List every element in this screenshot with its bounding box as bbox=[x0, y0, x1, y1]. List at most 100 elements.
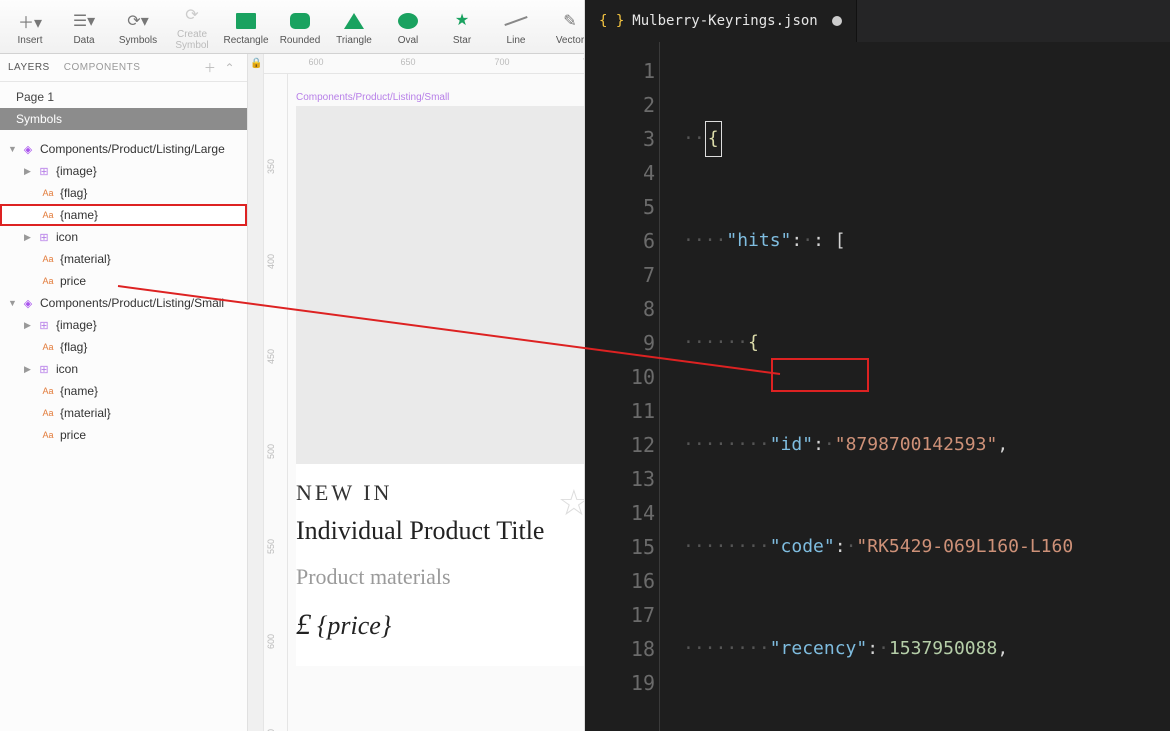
star-icon: ★ bbox=[455, 9, 469, 33]
layer-small-price[interactable]: Aa price bbox=[0, 424, 247, 446]
create-symbol-icon: ⟳ bbox=[185, 3, 198, 27]
line-icon bbox=[504, 9, 528, 33]
insert-button[interactable]: ＋▾ Insert bbox=[6, 3, 54, 51]
star-button[interactable]: ★ Star bbox=[438, 3, 486, 51]
line-number: 6 bbox=[585, 224, 655, 258]
text-icon: Aa bbox=[40, 188, 56, 198]
triangle-icon bbox=[344, 9, 364, 33]
flag-text: NEW IN bbox=[296, 480, 584, 506]
layer-large-name[interactable]: Aa {name} bbox=[0, 204, 247, 226]
code-token: 1537950088 bbox=[889, 632, 997, 666]
layer-small-header[interactable]: ▼ ◈ Components/Product/Listing/Small bbox=[0, 292, 247, 314]
layer-large-price[interactable]: Aa price bbox=[0, 270, 247, 292]
oval-label: Oval bbox=[398, 35, 419, 46]
data-button[interactable]: ☰▾ Data bbox=[60, 3, 108, 51]
code-token: "recency" bbox=[770, 632, 868, 666]
tab-filename: Mulberry-Keyrings.json bbox=[632, 13, 817, 29]
star-label: Star bbox=[453, 35, 471, 46]
ruler-tick: 500 bbox=[266, 444, 276, 459]
rotate-icon: ⟳▾ bbox=[127, 9, 148, 33]
line-gutter: 1 2 3 4 5 6 7 8 9 10 11 12 13 14 15 16 1… bbox=[585, 42, 655, 731]
symbol-icon: ◈ bbox=[20, 297, 36, 310]
ruler-tick: 450 bbox=[266, 349, 276, 364]
artboard[interactable]: NEW IN Individual Product Title Product … bbox=[296, 106, 584, 666]
line-number: 19 bbox=[585, 666, 655, 700]
group-icon: ⊞ bbox=[36, 231, 52, 244]
vector-icon: ✎ bbox=[563, 9, 576, 33]
artboard-label[interactable]: Components/Product/Listing/Small bbox=[296, 92, 449, 103]
layer-label: {name} bbox=[60, 208, 98, 222]
layer-label: {image} bbox=[56, 318, 97, 332]
layer-label: icon bbox=[56, 362, 78, 376]
line-number: 17 bbox=[585, 598, 655, 632]
chevron-down-icon: ▼ bbox=[8, 298, 18, 308]
page-symbols[interactable]: Symbols bbox=[0, 108, 247, 130]
rectangle-button[interactable]: Rectangle bbox=[222, 3, 270, 51]
line-label: Line bbox=[507, 35, 526, 46]
tab-layers[interactable]: LAYERS bbox=[8, 62, 50, 73]
group-icon: ⊞ bbox=[36, 165, 52, 178]
line-number: 18 bbox=[585, 632, 655, 666]
text-icon: Aa bbox=[40, 342, 56, 352]
collapse-pages-button[interactable]: ⌃ bbox=[220, 61, 239, 75]
layer-large-material[interactable]: Aa {material} bbox=[0, 248, 247, 270]
image-placeholder bbox=[296, 106, 584, 464]
rectangle-label: Rectangle bbox=[223, 35, 268, 46]
editor-tab[interactable]: { } Mulberry-Keyrings.json bbox=[585, 0, 857, 42]
layer-label: {flag} bbox=[60, 340, 87, 354]
vscode-tabs: { } Mulberry-Keyrings.json bbox=[585, 0, 1170, 42]
layer-large-header[interactable]: ▼ ◈ Components/Product/Listing/Large bbox=[0, 138, 247, 160]
text-icon: Aa bbox=[40, 276, 56, 286]
line-number: 12 bbox=[585, 428, 655, 462]
layer-small-material[interactable]: Aa {material} bbox=[0, 402, 247, 424]
stack-icon: ☰▾ bbox=[73, 9, 95, 33]
code-token: "hits" bbox=[726, 224, 791, 258]
code-editor[interactable]: 1 2 3 4 5 6 7 8 9 10 11 12 13 14 15 16 1… bbox=[585, 42, 1170, 731]
line-number: 4 bbox=[585, 156, 655, 190]
star-outline-icon: ☆ bbox=[558, 482, 584, 524]
ruler-tick: 750 bbox=[582, 57, 584, 67]
triangle-button[interactable]: Triangle bbox=[330, 3, 378, 51]
sketch-app: ＋▾ Insert ☰▾ Data ⟳▾ Symbols ⟳ Create Sy… bbox=[0, 0, 585, 731]
oval-button[interactable]: Oval bbox=[384, 3, 432, 51]
sketch-toolbar: ＋▾ Insert ☰▾ Data ⟳▾ Symbols ⟳ Create Sy… bbox=[0, 0, 584, 54]
line-number: 3 bbox=[585, 122, 655, 156]
rounded-button[interactable]: Rounded bbox=[276, 3, 324, 51]
create-symbol-button[interactable]: ⟳ Create Symbol bbox=[168, 3, 216, 51]
price-value: {price} bbox=[317, 611, 391, 640]
add-page-button[interactable]: ＋ bbox=[200, 59, 221, 76]
line-number: 10 bbox=[585, 360, 655, 394]
layer-large-icon[interactable]: ▶ ⊞ icon bbox=[0, 226, 247, 248]
group-icon: ⊞ bbox=[36, 319, 52, 332]
line-number: 5 bbox=[585, 190, 655, 224]
dirty-indicator-icon bbox=[832, 16, 842, 26]
ruler-tick: 700 bbox=[494, 57, 509, 67]
layer-large-flag[interactable]: Aa {flag} bbox=[0, 182, 247, 204]
oval-icon bbox=[398, 9, 418, 33]
layer-label: {name} bbox=[60, 384, 98, 398]
symbols-button[interactable]: ⟳▾ Symbols bbox=[114, 3, 162, 51]
sketch-canvas[interactable]: 🔒 600 650 700 750 350 400 450 500 550 60… bbox=[248, 54, 584, 731]
layer-label: Components/Product/Listing/Small bbox=[40, 296, 224, 310]
tab-components[interactable]: COMPONENTS bbox=[64, 62, 141, 73]
layer-large-image[interactable]: ▶ ⊞ {image} bbox=[0, 160, 247, 182]
line-button[interactable]: Line bbox=[492, 3, 540, 51]
layer-small-name[interactable]: Aa {name} bbox=[0, 380, 247, 402]
ruler-tick: 550 bbox=[266, 539, 276, 554]
insert-label: Insert bbox=[17, 35, 42, 46]
text-icon: Aa bbox=[40, 254, 56, 264]
code-body[interactable]: ··{ ····"hits":·: [ ······{ ········"id"… bbox=[683, 42, 1170, 731]
ruler-tick: 350 bbox=[266, 159, 276, 174]
rectangle-icon bbox=[236, 9, 256, 33]
page-page1[interactable]: Page 1 bbox=[0, 86, 247, 108]
layer-label: {material} bbox=[60, 406, 111, 420]
layer-tree: ▼ ◈ Components/Product/Listing/Large ▶ ⊞… bbox=[0, 134, 247, 731]
layer-small-image[interactable]: ▶ ⊞ {image} bbox=[0, 314, 247, 336]
code-token: { bbox=[748, 326, 759, 360]
code-token: "code" bbox=[770, 530, 835, 564]
code-token: : [ bbox=[813, 224, 846, 258]
product-title: Individual Product Title bbox=[296, 516, 584, 546]
layer-small-flag[interactable]: Aa {flag} bbox=[0, 336, 247, 358]
plus-icon: ＋▾ bbox=[18, 9, 42, 33]
layer-small-icon[interactable]: ▶ ⊞ icon bbox=[0, 358, 247, 380]
